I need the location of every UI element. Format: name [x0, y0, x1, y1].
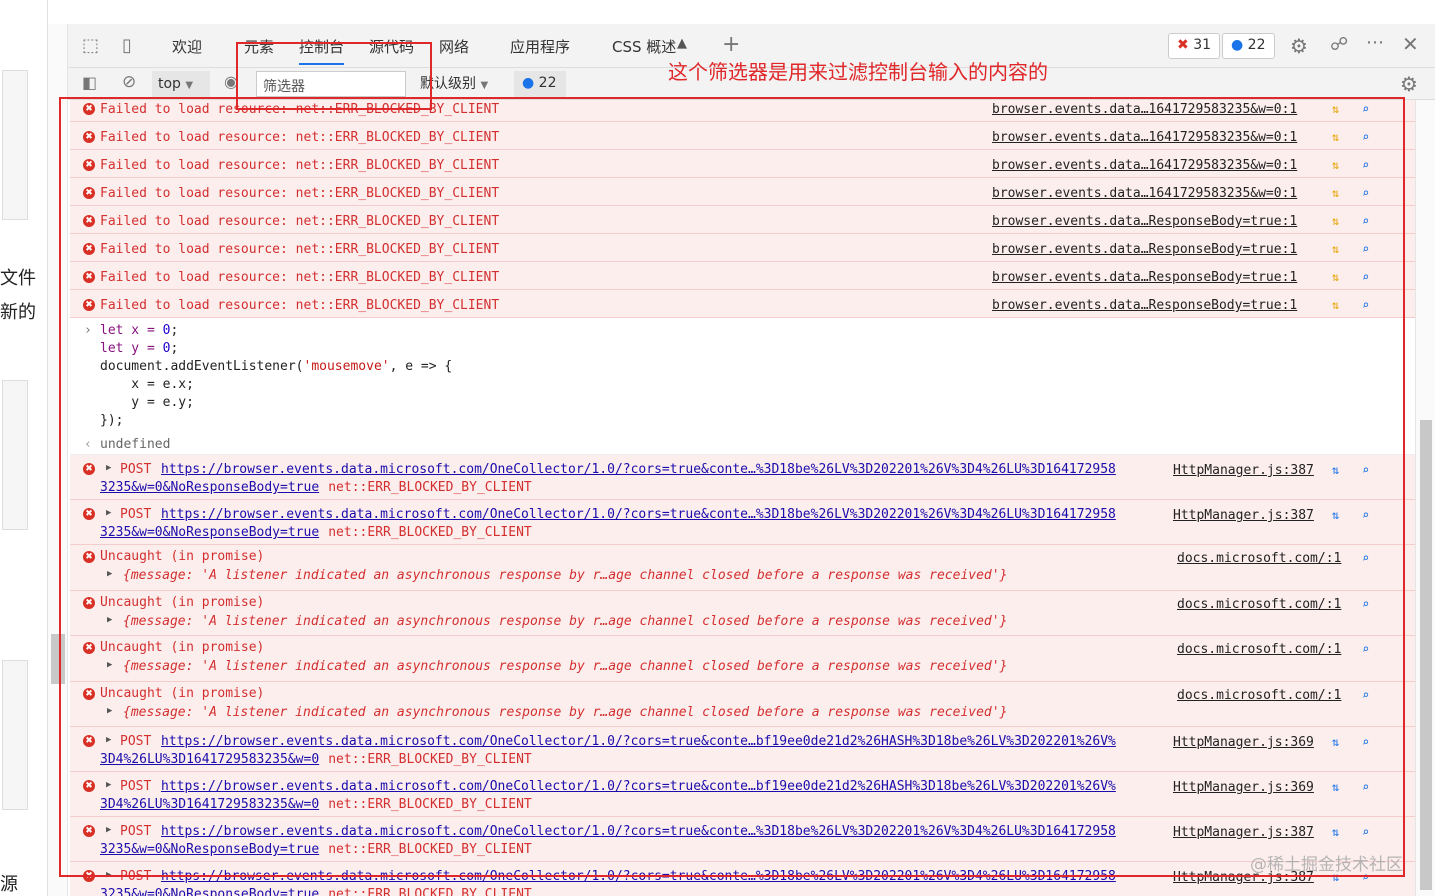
issues-button[interactable]: ● 22	[514, 71, 566, 97]
scrollbar-thumb[interactable]	[1420, 420, 1432, 890]
close-devtools-icon[interactable]: ✕	[1402, 32, 1419, 56]
message-icon: ●	[1231, 37, 1244, 53]
context-selector[interactable]: top ▼	[152, 71, 210, 97]
error-count-badge[interactable]: ✖ 31	[1168, 33, 1221, 59]
background-page-strip: 文件 新的 源	[0, 0, 48, 896]
inspect-element-icon[interactable]: ⬚	[82, 35, 99, 56]
annotation-text: 这个筛选器是用来过滤控制台输入的内容的	[668, 60, 1048, 84]
more-options-icon[interactable]: ⋯	[1366, 32, 1384, 53]
settings-gear-icon[interactable]: ⚙	[1290, 34, 1308, 58]
experiment-icon: ▲	[677, 36, 687, 51]
page-thumbnail	[2, 380, 28, 530]
dropdown-caret-icon: ▼	[480, 80, 489, 91]
error-icon: ✖	[1177, 37, 1189, 53]
error-message: net::ERR_BLOCKED_BY_CLIENT	[328, 887, 532, 896]
request-url-link[interactable]: 3235&w=0&NoResponseBody=true	[100, 887, 319, 896]
watermark: @稀土掘金技术社区	[1250, 855, 1403, 875]
page-thumbnail	[2, 70, 28, 220]
console-scrollbar[interactable]	[1415, 100, 1435, 896]
sidebar-toggle-icon[interactable]: ◧	[82, 73, 97, 92]
add-tab-icon[interactable]: +	[722, 32, 740, 57]
console-highlight-box	[59, 97, 1405, 877]
customize-icon[interactable]: ☍	[1330, 34, 1348, 55]
tab-network[interactable]: 网络	[439, 36, 469, 57]
console-settings-gear-icon[interactable]: ⚙	[1400, 72, 1418, 96]
clear-console-icon[interactable]: ⊘	[122, 72, 136, 92]
page-text-fragment: 文件	[0, 268, 36, 289]
page-text-fragment: 源	[0, 874, 18, 895]
device-emulation-icon[interactable]: ▯	[122, 35, 132, 56]
tab-application[interactable]: 应用程序	[510, 36, 570, 57]
tab-css-overview[interactable]: CSS 概述	[612, 36, 676, 57]
tab-welcome[interactable]: 欢迎	[172, 36, 202, 57]
page-text-fragment: 新的	[0, 302, 36, 323]
page-thumbnail	[2, 660, 28, 810]
message-count-badge[interactable]: ● 22	[1222, 33, 1275, 59]
issue-icon: ●	[522, 75, 535, 91]
dropdown-caret-icon: ▼	[185, 80, 194, 91]
